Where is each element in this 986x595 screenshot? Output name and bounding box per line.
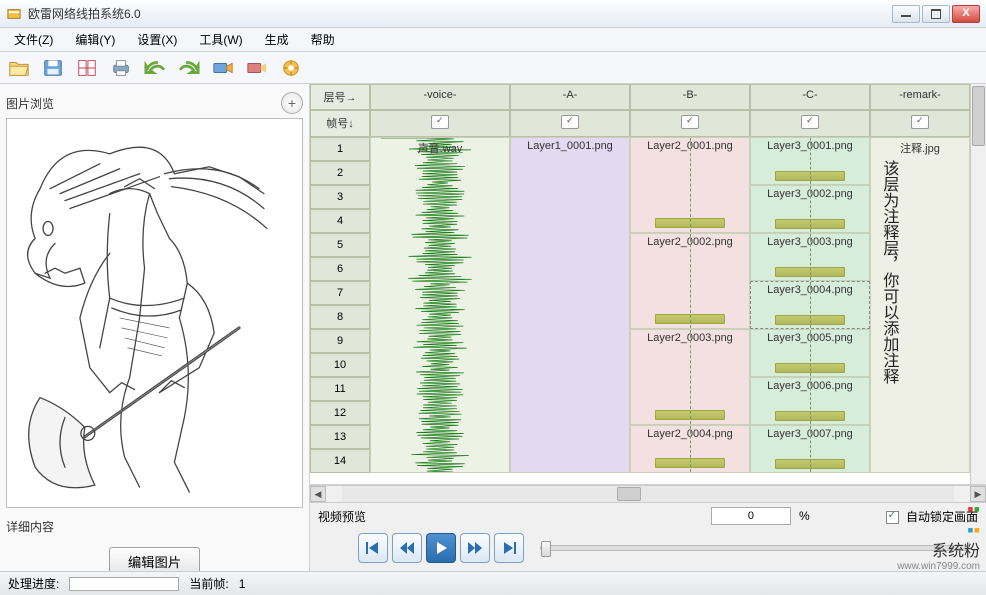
- media-tool-button[interactable]: [278, 55, 304, 81]
- cell-b[interactable]: Layer2_0002.png: [630, 233, 750, 329]
- menu-generate[interactable]: 生成: [255, 28, 299, 51]
- row-number[interactable]: 8: [310, 305, 370, 329]
- percent-input[interactable]: 0: [711, 507, 791, 525]
- column-toggle-1[interactable]: [510, 110, 630, 137]
- auto-lock-checkbox[interactable]: [886, 511, 899, 524]
- undo-button[interactable]: [142, 55, 168, 81]
- current-frame-label: 当前帧:: [189, 575, 228, 592]
- column-toggle-3[interactable]: [750, 110, 870, 137]
- current-frame-value: 1: [239, 577, 246, 591]
- playback-controls: [310, 529, 986, 571]
- progress-bar: [69, 577, 179, 591]
- frame-header: 帧号↓: [310, 110, 370, 137]
- menu-help[interactable]: 帮助: [301, 28, 345, 51]
- menu-edit[interactable]: 编辑(Y): [65, 28, 125, 51]
- camera-tool-button[interactable]: [244, 55, 270, 81]
- video-tool-button[interactable]: [210, 55, 236, 81]
- column-header-1[interactable]: -A-: [510, 84, 630, 110]
- column-header-4[interactable]: -remark-: [870, 84, 970, 110]
- cell-b[interactable]: Layer2_0004.png: [630, 425, 750, 473]
- redo-button[interactable]: [176, 55, 202, 81]
- maximize-button[interactable]: [922, 5, 950, 23]
- cell-c[interactable]: Layer3_0006.png: [750, 377, 870, 425]
- prev-frame-button[interactable]: [392, 533, 422, 563]
- row-number[interactable]: 10: [310, 353, 370, 377]
- save-button[interactable]: [40, 55, 66, 81]
- cell-c[interactable]: Layer3_0004.png: [750, 281, 870, 329]
- zoom-button[interactable]: +: [281, 92, 303, 114]
- horizontal-scrollbar[interactable]: ◀ ▶: [310, 485, 986, 503]
- cell-c[interactable]: Layer3_0005.png: [750, 329, 870, 377]
- preview-panel-header: 图片浏览 +: [6, 92, 303, 114]
- left-panel: 图片浏览 +: [0, 84, 310, 571]
- cell-c[interactable]: Layer3_0007.png: [750, 425, 870, 473]
- cell-c[interactable]: Layer3_0003.png: [750, 233, 870, 281]
- image-preview[interactable]: [6, 118, 303, 508]
- statusbar: 处理进度: 当前帧: 1: [0, 571, 986, 595]
- row-number[interactable]: 12: [310, 401, 370, 425]
- menu-settings[interactable]: 设置(X): [127, 28, 187, 51]
- right-panel: 层号→-voice--A--B--C--remark-帧号↓1声音.wavLay…: [310, 84, 986, 571]
- app-icon: [6, 6, 22, 22]
- detail-label: 详细内容: [6, 518, 303, 535]
- row-number[interactable]: 5: [310, 233, 370, 257]
- titlebar: 欧雷网络线拍系统6.0 X: [0, 0, 986, 28]
- minimize-button[interactable]: [892, 5, 920, 23]
- slider-thumb[interactable]: [541, 541, 551, 557]
- cell-a[interactable]: Layer1_0001.png: [510, 137, 630, 473]
- column-toggle-0[interactable]: [370, 110, 510, 137]
- window-controls: X: [892, 5, 980, 23]
- row-number[interactable]: 1: [310, 137, 370, 161]
- layer-header: 层号→: [310, 84, 370, 110]
- cell-remark[interactable]: 注释.jpg该层为注释层，你可以添加注释: [870, 137, 970, 473]
- column-toggle-2[interactable]: [630, 110, 750, 137]
- main-area: 图片浏览 +: [0, 84, 986, 571]
- column-header-0[interactable]: -voice-: [370, 84, 510, 110]
- last-frame-button[interactable]: [494, 533, 524, 563]
- preview-label: 图片浏览: [6, 95, 54, 112]
- row-number[interactable]: 6: [310, 257, 370, 281]
- cell-c[interactable]: Layer3_0002.png: [750, 185, 870, 233]
- play-button[interactable]: [426, 533, 456, 563]
- menubar: 文件(Z) 编辑(Y) 设置(X) 工具(W) 生成 帮助: [0, 28, 986, 52]
- page-layout-button[interactable]: [74, 55, 100, 81]
- progress-label: 处理进度:: [8, 575, 59, 592]
- row-number[interactable]: 13: [310, 425, 370, 449]
- close-button[interactable]: X: [952, 5, 980, 23]
- menu-tools[interactable]: 工具(W): [189, 28, 252, 51]
- row-number[interactable]: 2: [310, 161, 370, 185]
- video-preview-bar: 视频预览 0 % 自动锁定画面: [310, 503, 986, 529]
- column-header-2[interactable]: -B-: [630, 84, 750, 110]
- row-number[interactable]: 11: [310, 377, 370, 401]
- toolbar: [0, 52, 986, 84]
- cell-b[interactable]: Layer2_0003.png: [630, 329, 750, 425]
- first-frame-button[interactable]: [358, 533, 388, 563]
- auto-lock-text: 自动锁定画面: [906, 510, 978, 524]
- column-toggle-4[interactable]: [870, 110, 970, 137]
- percent-sign: %: [799, 509, 810, 523]
- row-number[interactable]: 3: [310, 185, 370, 209]
- row-number[interactable]: 4: [310, 209, 370, 233]
- row-number[interactable]: 9: [310, 329, 370, 353]
- video-preview-label: 视频预览: [318, 508, 366, 525]
- playback-slider[interactable]: [540, 545, 968, 551]
- open-folder-button[interactable]: [6, 55, 32, 81]
- voice-cell[interactable]: 声音.wav: [370, 137, 510, 473]
- row-number[interactable]: 7: [310, 281, 370, 305]
- timeline-grid[interactable]: 层号→-voice--A--B--C--remark-帧号↓1声音.wavLay…: [310, 84, 986, 485]
- window-title: 欧雷网络线拍系统6.0: [28, 5, 892, 22]
- print-button[interactable]: [108, 55, 134, 81]
- column-header-3[interactable]: -C-: [750, 84, 870, 110]
- row-number[interactable]: 14: [310, 449, 370, 473]
- cell-c[interactable]: Layer3_0001.png: [750, 137, 870, 185]
- menu-file[interactable]: 文件(Z): [4, 28, 63, 51]
- cell-b[interactable]: Layer2_0001.png: [630, 137, 750, 233]
- vertical-scrollbar[interactable]: [970, 84, 986, 484]
- next-frame-button[interactable]: [460, 533, 490, 563]
- auto-lock-checkbox-label[interactable]: 自动锁定画面: [886, 508, 978, 525]
